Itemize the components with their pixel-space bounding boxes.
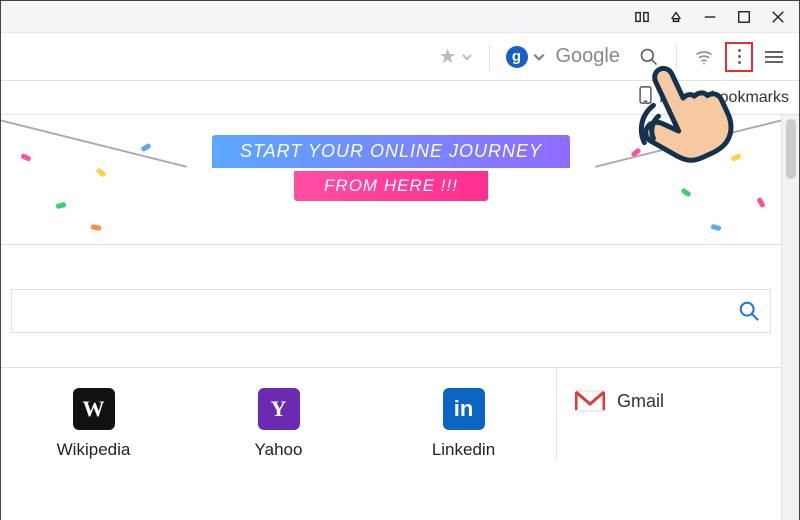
- linkedin-icon: in: [443, 388, 485, 430]
- search-button[interactable]: [632, 40, 666, 74]
- toolbar-separator: [676, 44, 677, 70]
- window-titlebar: [1, 1, 799, 33]
- scrollbar-thumb[interactable]: [786, 119, 796, 179]
- window-snap-icon[interactable]: [625, 1, 659, 32]
- side-item-label: Gmail: [617, 391, 664, 412]
- window-maximize-button[interactable]: [727, 1, 761, 32]
- star-icon: ★: [439, 44, 457, 69]
- bookmark-star-button[interactable]: ★: [433, 40, 479, 73]
- hamburger-menu-icon: [765, 48, 783, 66]
- search-icon: [738, 300, 760, 322]
- side-item-gmail[interactable]: Gmail: [575, 390, 763, 412]
- kebab-menu-icon: [738, 49, 741, 64]
- homepage-search-box[interactable]: [11, 289, 771, 333]
- kebab-menu-button[interactable]: [725, 42, 753, 72]
- tile-yahoo[interactable]: Y Yahoo: [186, 368, 371, 460]
- tile-label: Wikipedia: [57, 440, 131, 460]
- search-provider-label: Google: [556, 45, 621, 68]
- tile-wikipedia[interactable]: W Wikipedia: [1, 368, 186, 460]
- browser-toolbar: ★ g Google: [1, 33, 799, 81]
- mobile-bookmarks-link[interactable]: Mobile bookmarks: [659, 89, 789, 107]
- chevron-down-icon: [532, 50, 546, 64]
- search-input[interactable]: [22, 302, 738, 320]
- google-g-icon: g: [506, 46, 528, 68]
- wikipedia-icon: W: [73, 388, 115, 430]
- tile-linkedin[interactable]: in Linkedin: [371, 368, 556, 460]
- welcome-banner: START YOUR ONLINE JOURNEY FROM HERE !!!: [1, 115, 781, 245]
- chevron-down-icon: [461, 51, 473, 63]
- window-close-button[interactable]: [761, 1, 795, 32]
- gmail-icon: [575, 390, 605, 412]
- toolbar-separator: [489, 44, 490, 70]
- speed-dial-tiles: W Wikipedia Y Yahoo in Linkedin: [1, 368, 556, 460]
- window-aero-icon[interactable]: [659, 1, 693, 32]
- main-menu-button[interactable]: [757, 40, 791, 74]
- wifi-icon: [694, 47, 714, 67]
- mobile-device-icon: [638, 86, 653, 109]
- search-icon: [639, 47, 659, 67]
- network-status-button[interactable]: [687, 40, 721, 74]
- window-minimize-button[interactable]: [693, 1, 727, 32]
- tile-label: Linkedin: [432, 440, 495, 460]
- vertical-scrollbar[interactable]: [781, 115, 799, 520]
- page-content: START YOUR ONLINE JOURNEY FROM HERE !!!: [1, 115, 781, 520]
- side-panel: Gmail: [556, 368, 781, 460]
- yahoo-icon: Y: [258, 388, 300, 430]
- confetti-decoration: [1, 115, 781, 244]
- tile-label: Yahoo: [255, 440, 303, 460]
- search-provider-selector[interactable]: g Google: [500, 41, 633, 72]
- bookmarks-bar: Mobile bookmarks: [1, 81, 799, 115]
